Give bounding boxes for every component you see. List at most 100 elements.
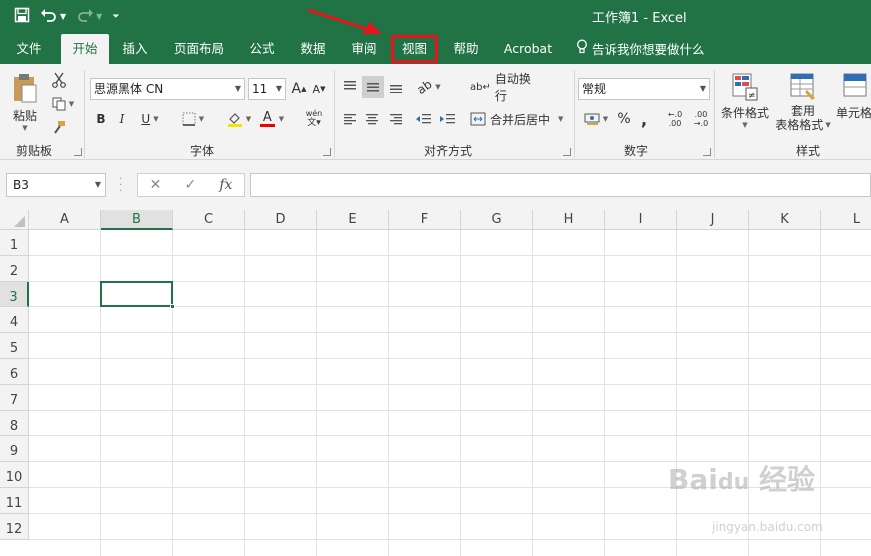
font-group-label: 字体 [190,144,215,158]
number-launcher-icon[interactable] [703,148,711,156]
worksheet-grid[interactable]: A B C D E F G H I J K L 1 2 3 4 5 6 7 8 9 10 11 12 [0,210,871,556]
decrease-decimal-button[interactable]: .00 →.0 [690,108,712,130]
fill-color-button[interactable]: ▼ [222,108,256,130]
align-middle-button[interactable] [362,76,384,98]
row-header[interactable]: 8 [0,410,29,437]
redo-dropdown-icon[interactable]: ▼ [96,7,102,27]
fill-handle[interactable] [170,304,175,310]
copy-button[interactable]: ▼ [48,94,78,114]
row-header[interactable]: 11 [0,488,29,514]
align-right-button[interactable] [386,108,406,130]
tell-me-search[interactable]: 告诉我你想要做什么 [576,34,710,64]
number-format-value: 常规 [582,82,607,96]
increase-decimal-button[interactable]: ←.0.00 [664,108,686,130]
gridline [29,512,871,514]
tab-acrobat[interactable]: Acrobat [498,34,558,64]
borders-button[interactable]: ▼ [176,108,210,130]
insert-function-icon[interactable]: fx [219,177,232,193]
font-color-button[interactable]: A ▼ [256,108,288,130]
name-box[interactable]: B3 ▼ [6,173,106,197]
tab-insert[interactable]: 插入 [114,34,156,64]
font-size-select[interactable]: 11 ▼ [248,78,286,100]
column-header[interactable]: B [101,210,173,230]
cell-styles-button[interactable]: 单元格 [834,72,871,136]
column-header[interactable]: I [605,210,677,230]
accounting-format-button[interactable]: ▼ [580,108,612,130]
comma-button[interactable]: , [637,108,651,130]
wrap-text-button[interactable]: ab↵ 自动换行 [470,72,542,103]
column-header[interactable]: F [389,210,461,230]
gridline [604,230,605,556]
gridline [29,538,871,540]
decrease-indent-button[interactable] [414,108,434,130]
percent-button[interactable]: % [615,108,633,130]
increase-indent-button[interactable] [438,108,458,130]
number-format-select[interactable]: 常规 ▼ [578,78,710,100]
bold-button[interactable]: B [93,108,109,130]
align-top-button[interactable] [340,76,360,98]
save-icon[interactable] [14,7,30,28]
tab-formulas[interactable]: 公式 [242,34,282,64]
align-left-button[interactable] [340,108,360,130]
align-bottom-button[interactable] [386,76,406,98]
row-header[interactable]: 2 [0,255,29,282]
column-header[interactable]: J [677,210,749,230]
font-launcher-icon[interactable] [323,148,331,156]
column-header[interactable]: A [29,210,101,230]
font-name-select[interactable]: 思源黑体 CN ▼ [90,78,245,100]
chevron-down-icon: ▼ [275,84,282,93]
merge-center-button[interactable]: 合并后居中 ▼ [470,108,570,130]
tab-review[interactable]: 审阅 [344,34,384,64]
formula-bar-grip-icon: · · · [119,172,123,197]
tab-file[interactable]: 文件 [8,34,50,64]
gridline [29,254,871,256]
italic-button[interactable]: I [114,108,130,130]
row-header[interactable]: 7 [0,384,29,411]
cut-button[interactable] [48,70,70,90]
tab-help[interactable]: 帮助 [446,34,486,64]
number-group-label: 数字 [624,144,649,158]
column-header[interactable]: C [173,210,245,230]
column-header[interactable]: E [317,210,389,230]
enter-icon[interactable]: ✓ [184,177,196,193]
chevron-down-icon: ▼ [153,115,159,123]
format-as-table-button[interactable]: 套用 表格格式 ▼ [772,72,834,140]
tab-data[interactable]: 数据 [293,34,333,64]
select-all-corner[interactable] [0,210,29,230]
alignment-launcher-icon[interactable] [563,148,571,156]
row-header[interactable]: 1 [0,230,29,256]
customize-qat-icon[interactable]: ⏷ [112,7,119,27]
row-header[interactable]: 12 [0,513,29,540]
cancel-icon[interactable]: ✕ [150,177,162,193]
orientation-button[interactable]: ab ▼ [414,76,444,98]
redo-icon[interactable] [76,7,94,28]
clipboard-launcher-icon[interactable] [74,148,82,156]
tab-home[interactable]: 开始 [61,34,109,64]
column-header[interactable]: G [461,210,533,230]
row-header[interactable]: 3 [0,281,29,308]
align-top-icon [344,81,356,90]
undo-icon[interactable] [40,7,58,28]
column-header[interactable]: H [533,210,605,230]
shrink-font-button[interactable]: A ▼ [311,78,327,100]
chevron-down-icon: ▼ [825,121,831,129]
conditional-format-button[interactable]: ≠ 条件格式 ▼ [718,72,772,136]
row-header[interactable]: 10 [0,462,29,488]
active-cell[interactable] [100,280,173,308]
format-painter-button[interactable] [48,117,70,137]
column-header[interactable]: L [821,210,871,230]
row-header[interactable]: 6 [0,359,29,385]
formula-input[interactable] [250,173,871,197]
phonetic-guide-button[interactable]: wén 文▾ [298,108,330,130]
undo-dropdown-icon[interactable]: ▼ [60,7,66,27]
row-header[interactable]: 9 [0,436,29,463]
row-header[interactable]: 4 [0,307,29,334]
column-header[interactable]: K [749,210,821,230]
tab-page-layout[interactable]: 页面布局 [168,34,230,64]
grow-font-button[interactable]: A ▲ [291,78,307,100]
column-header[interactable]: D [245,210,317,230]
paste-button[interactable]: 粘贴 ▼ [8,72,42,132]
underline-button[interactable]: U ▼ [136,108,164,130]
row-header[interactable]: 5 [0,333,29,359]
align-center-button[interactable] [362,108,382,130]
